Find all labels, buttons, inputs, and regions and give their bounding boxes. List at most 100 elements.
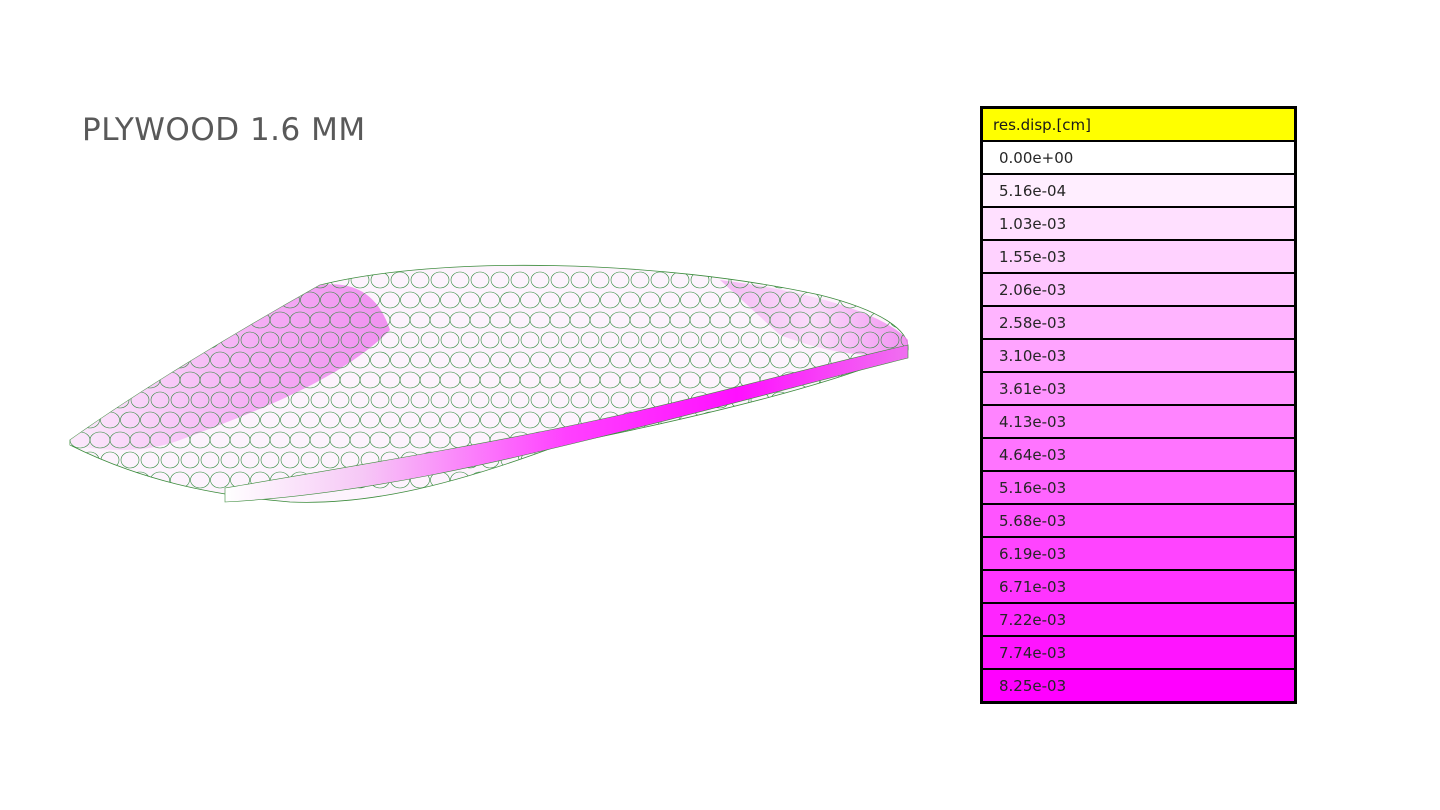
legend-row: 5.16e-03 [983, 472, 1294, 503]
legend-row: 6.19e-03 [983, 538, 1294, 569]
mesh-cell [720, 411, 740, 429]
legend-row: 5.16e-04 [983, 175, 1294, 206]
mesh-cell [900, 291, 909, 309]
legend-row: 3.10e-03 [983, 340, 1294, 371]
mesh-cell [100, 331, 120, 349]
mesh-cell [540, 451, 560, 469]
mesh-cell [860, 451, 880, 469]
mesh-cell [680, 451, 700, 469]
mesh-cell [170, 271, 190, 289]
mesh-cell [260, 291, 280, 309]
mesh-cell [270, 271, 290, 289]
mesh-cell [869, 431, 891, 449]
mesh-cell [90, 391, 110, 409]
mesh-cell [890, 471, 909, 489]
mesh-cell [770, 471, 790, 489]
mesh-cell [730, 471, 750, 489]
mesh-cell [870, 271, 890, 289]
mesh-cell [610, 471, 630, 489]
mesh-cell [780, 411, 800, 429]
mesh-cell [830, 391, 850, 409]
mesh-cell [790, 471, 810, 489]
mesh-cell [860, 291, 880, 309]
mesh-cell [900, 411, 909, 429]
legend-row: 2.58e-03 [983, 307, 1294, 338]
mesh-cell [749, 431, 771, 449]
mesh-cell [649, 431, 671, 449]
legend-row: 8.25e-03 [983, 670, 1294, 701]
mesh-cell [790, 391, 810, 409]
mesh-cell [899, 371, 909, 389]
mesh-cell [80, 331, 100, 349]
mesh-cell [100, 291, 120, 309]
legend-row: 4.64e-03 [983, 439, 1294, 470]
mesh-cell [889, 311, 909, 329]
mesh-cell [709, 431, 731, 449]
mesh-cell [660, 451, 680, 469]
mesh-cell [880, 411, 900, 429]
mesh-cell [890, 271, 909, 289]
mesh-cell [99, 371, 121, 389]
page-title: PLYWOOD 1.6 MM [82, 112, 366, 148]
mesh-cell [140, 331, 160, 349]
mesh-cell [640, 451, 660, 469]
mesh-cell [760, 411, 780, 429]
mesh-cell [70, 271, 90, 289]
mesh-cell [690, 471, 710, 489]
mesh-cell [120, 331, 140, 349]
mesh-cell [570, 471, 590, 489]
mesh-cell [550, 471, 570, 489]
mesh-cell [870, 391, 890, 409]
mesh-cell [820, 411, 840, 429]
mesh-cell [789, 431, 811, 449]
mesh-cell [830, 271, 850, 289]
mesh-cell [879, 371, 901, 389]
mesh-cell [70, 471, 90, 489]
mesh-cell [200, 331, 220, 349]
mesh-cell [110, 351, 130, 369]
mesh-cell [110, 271, 130, 289]
mesh-cell [740, 451, 760, 469]
mesh-cell [129, 311, 151, 329]
mesh-cell [160, 291, 180, 309]
displacement-model-view [69, 264, 909, 503]
mesh-cell [109, 311, 131, 329]
legend-row: 5.68e-03 [983, 505, 1294, 536]
mesh-cell [210, 271, 230, 289]
mesh-cell [900, 451, 909, 469]
mesh-cell [820, 451, 840, 469]
mesh-cell [600, 451, 620, 469]
mesh-cell [889, 431, 909, 449]
mesh-cell [829, 431, 851, 449]
mesh-cell [809, 431, 831, 449]
mesh-cell [710, 471, 730, 489]
mesh-cell [169, 311, 191, 329]
mesh-cell [150, 351, 170, 369]
mesh-cell [810, 471, 830, 489]
mesh-cell [580, 451, 600, 469]
mesh-cell [240, 291, 260, 309]
mesh-cell [800, 451, 820, 469]
mesh-cell [890, 391, 909, 409]
mesh-cell [880, 291, 900, 309]
legend-row: 0.00e+00 [983, 142, 1294, 173]
mesh-cell [510, 471, 530, 489]
mesh-cell [150, 271, 170, 289]
mesh-cell [110, 471, 130, 489]
mesh-cell [90, 471, 110, 489]
mesh-cell [700, 451, 720, 469]
legend-row: 1.03e-03 [983, 208, 1294, 239]
mesh-cell [670, 471, 690, 489]
mesh-cell [849, 431, 871, 449]
mesh-cell [139, 371, 161, 389]
mesh-cell [119, 371, 141, 389]
mesh-cell [700, 411, 720, 429]
mesh-cell [720, 451, 740, 469]
mesh-cell [859, 371, 881, 389]
mesh-cell [860, 411, 880, 429]
mesh-cell [850, 471, 870, 489]
mesh-cell [750, 471, 770, 489]
mesh-cell [810, 271, 830, 289]
mesh-cell [490, 471, 510, 489]
legend-table: res.disp.[cm] 0.00e+00 5.16e-04 1.03e-03 1.… [980, 106, 1297, 704]
